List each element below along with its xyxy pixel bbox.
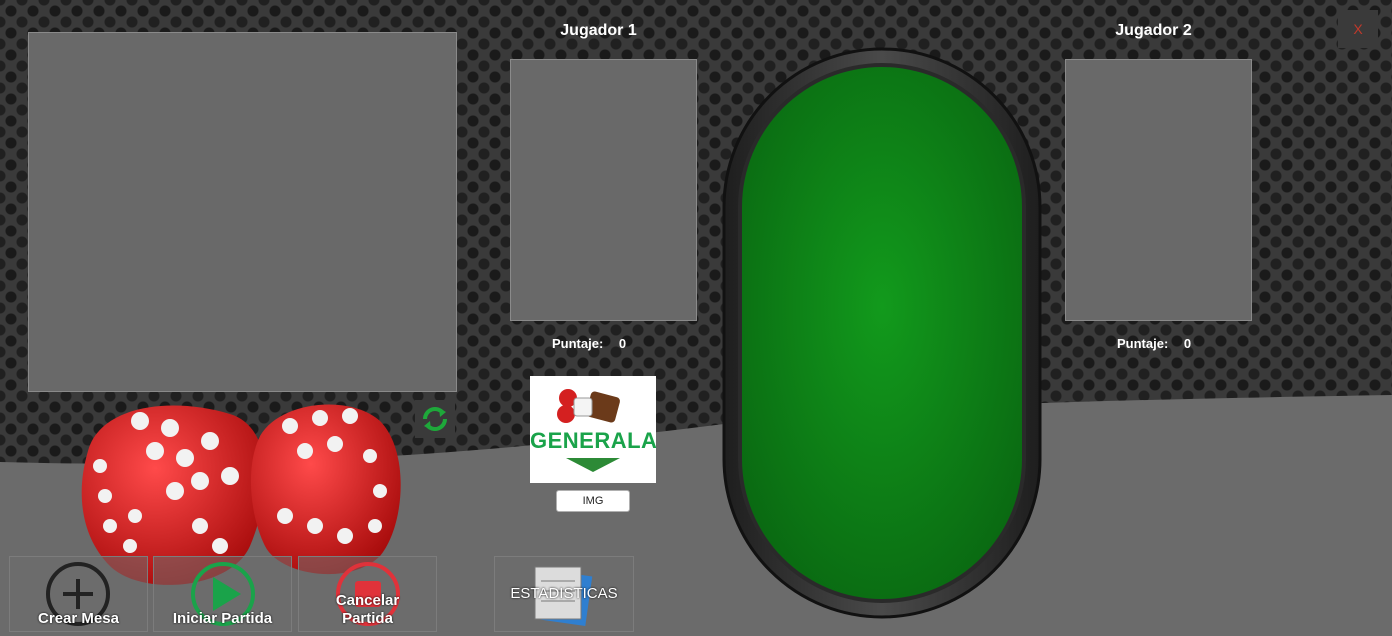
statistics-label: ESTADISTICAS [510,585,618,602]
player2-score: Puntaje: 0 [1117,336,1191,351]
generala-logo: GENERALA [530,376,658,483]
player2-score-value: 0 [1183,336,1192,351]
player1-panel [510,59,697,321]
img-button[interactable]: IMG [556,490,630,512]
player1-score-label: Puntaje: [552,336,604,351]
player1-score: Puntaje: 0 [552,336,626,351]
player2-score-label: Puntaje: [1117,336,1169,351]
refresh-button[interactable] [415,400,455,438]
start-game-label: Iniciar Partida [172,610,273,627]
logo-text: GENERALA [530,428,658,453]
game-table [722,47,1042,619]
create-table-button[interactable]: Crear Mesa [9,556,148,632]
player1-score-value: 0 [618,336,627,351]
player1-title: Jugador 1 [560,22,637,39]
create-table-label: Crear Mesa [38,610,119,627]
main-board-panel [28,32,457,392]
player2-title: Jugador 2 [1115,22,1192,39]
cancel-game-button[interactable]: Cancelar Partida [298,556,437,632]
statistics-button[interactable]: ESTADISTICAS [494,556,634,632]
cancel-game-label-line2: Partida [342,610,393,627]
start-game-button[interactable]: Iniciar Partida [153,556,292,632]
cancel-game-label-line1: Cancelar [335,592,400,609]
player2-panel [1065,59,1252,321]
close-button[interactable]: X [1338,10,1378,48]
refresh-icon [423,407,447,431]
